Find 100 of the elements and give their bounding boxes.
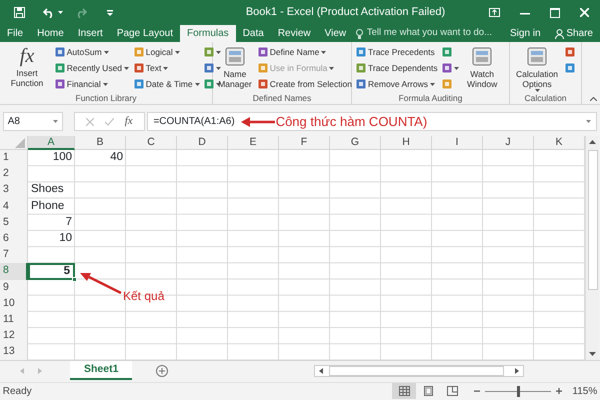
ribbon-display-icon[interactable] [488, 8, 500, 17]
ribbon-button[interactable]: Trace Precedents [355, 44, 439, 60]
scroll-right-icon[interactable] [515, 368, 520, 374]
ribbon-button[interactable]: Recently Used [54, 60, 130, 76]
ribbon-tab[interactable]: Home [30, 25, 71, 42]
zoom-out-icon[interactable] [474, 388, 480, 394]
function-icon [564, 47, 575, 57]
function-icon [442, 63, 452, 73]
annotation-text: Công thức hàm COUNTA) [276, 114, 428, 128]
ribbon-tool-icon [526, 45, 548, 67]
table-cell-text: 40 [109, 150, 124, 165]
function-icon [54, 79, 65, 89]
scroll-thumb[interactable] [329, 366, 504, 376]
caret-icon [430, 82, 435, 86]
caret-icon[interactable] [58, 11, 62, 14]
scroll-left-icon[interactable] [319, 368, 324, 374]
table-cell-text: 10 [58, 230, 73, 246]
customize-icon[interactable] [106, 10, 112, 16]
scroll-down-icon[interactable] [589, 352, 596, 356]
save-icon[interactable] [14, 7, 24, 18]
add-sheet-icon[interactable] [156, 365, 168, 378]
view-button[interactable] [392, 383, 416, 400]
zoom-level[interactable]: 115% [572, 384, 598, 399]
function-icon [54, 47, 65, 57]
caret-icon [586, 120, 592, 123]
ribbon-button[interactable]: Trace Dependents [355, 60, 439, 76]
ribbon-tab[interactable]: Page Layout [110, 25, 180, 42]
horizontal-scrollbar[interactable] [314, 365, 524, 378]
function-icon [54, 63, 65, 73]
caret-icon [104, 50, 109, 54]
ribbon-button[interactable]: Name Manager [216, 44, 254, 89]
ribbon-tool-icon [224, 45, 246, 67]
caret-icon [321, 50, 326, 54]
function-icon [134, 47, 144, 57]
group-label: Function Library [74, 93, 138, 104]
ribbon-tab[interactable]: Review [270, 25, 318, 42]
ribbon-button[interactable]: Remove Arrows [355, 76, 439, 92]
close-icon[interactable] [580, 8, 588, 17]
table-cell-text: Phone [30, 198, 66, 214]
group-label: Defined Names [252, 93, 312, 104]
collapse-ribbon-icon[interactable] [590, 97, 598, 102]
ribbon-button[interactable]: fx Insert Function [3, 44, 51, 88]
vertical-scrollbar[interactable] [585, 136, 599, 360]
row-header[interactable]: 8 [0, 263, 28, 280]
ribbon-tab[interactable]: View [318, 25, 354, 42]
maximize-icon[interactable] [550, 8, 560, 18]
scroll-thumb[interactable] [588, 150, 598, 290]
arrow [80, 272, 122, 294]
ribbon-tab[interactable]: Formulas [180, 25, 236, 42]
ribbon-button[interactable]: Text [132, 60, 201, 76]
sheet-tab[interactable]: Sheet1 [70, 361, 132, 380]
function-icon [258, 79, 268, 89]
ribbon-tab[interactable]: Data [236, 25, 271, 42]
ribbon-button[interactable]: Create from Selection [256, 76, 353, 92]
caret-icon [454, 66, 460, 70]
group-label: Calculation [523, 93, 568, 104]
table-cell-text: 100 [52, 150, 73, 165]
lightbulb-icon [356, 28, 363, 38]
function-icon [134, 79, 144, 89]
function-icon [258, 47, 268, 57]
ribbon-button[interactable]: Date & Time [132, 76, 201, 92]
insert-function-button[interactable]: fx [124, 113, 133, 130]
ribbon-button[interactable]: Logical [132, 44, 201, 60]
slider-thumb[interactable] [516, 386, 520, 397]
share-button[interactable]: Share [548, 25, 600, 42]
status-text: Ready [2, 384, 32, 399]
page-layout-icon [422, 386, 434, 396]
caret-icon [124, 66, 130, 70]
function-icon [442, 47, 452, 57]
function-icon [204, 47, 214, 57]
function-icon [204, 79, 214, 89]
undo-icon[interactable] [42, 8, 54, 18]
ribbon-button[interactable]: Define Name [256, 44, 353, 60]
function-icon [442, 79, 452, 89]
name-box[interactable]: A8 [2, 112, 63, 131]
ribbon-button[interactable]: AutoSum [54, 44, 130, 60]
caret-icon [534, 89, 540, 92]
caret-icon [174, 50, 180, 54]
tell-me-field[interactable]: Tell me what you want to do... [356, 25, 492, 42]
formula-field[interactable]: =COUNTA(A1:A6) Công thức hàm COUNTA) [147, 112, 598, 131]
caret-icon [216, 66, 222, 70]
ribbon-button[interactable]: Financial [54, 76, 130, 92]
table-cell-text: 7 [64, 214, 73, 230]
function-icon [204, 63, 214, 73]
fill-handle[interactable] [72, 276, 77, 282]
page-break-icon [446, 386, 458, 396]
function-icon [258, 63, 268, 73]
scroll-up-icon[interactable] [589, 140, 596, 144]
table-cell-text: Shoes [30, 182, 65, 198]
column-header[interactable]: A [28, 136, 75, 150]
ribbon-button[interactable]: Watch Window [463, 44, 502, 89]
group-label: Formula Auditing [398, 93, 464, 104]
ribbon-tab[interactable]: Insert [70, 25, 110, 42]
caret-icon [216, 50, 222, 54]
ribbon-button[interactable]: Calculation Options [513, 44, 561, 92]
caret-icon [163, 66, 168, 70]
zoom-in-icon[interactable] [556, 388, 562, 394]
ribbon-tab[interactable]: File [0, 25, 30, 42]
sign-in-link[interactable]: Sign in [502, 25, 548, 42]
ribbon-tool-icon [471, 45, 494, 67]
